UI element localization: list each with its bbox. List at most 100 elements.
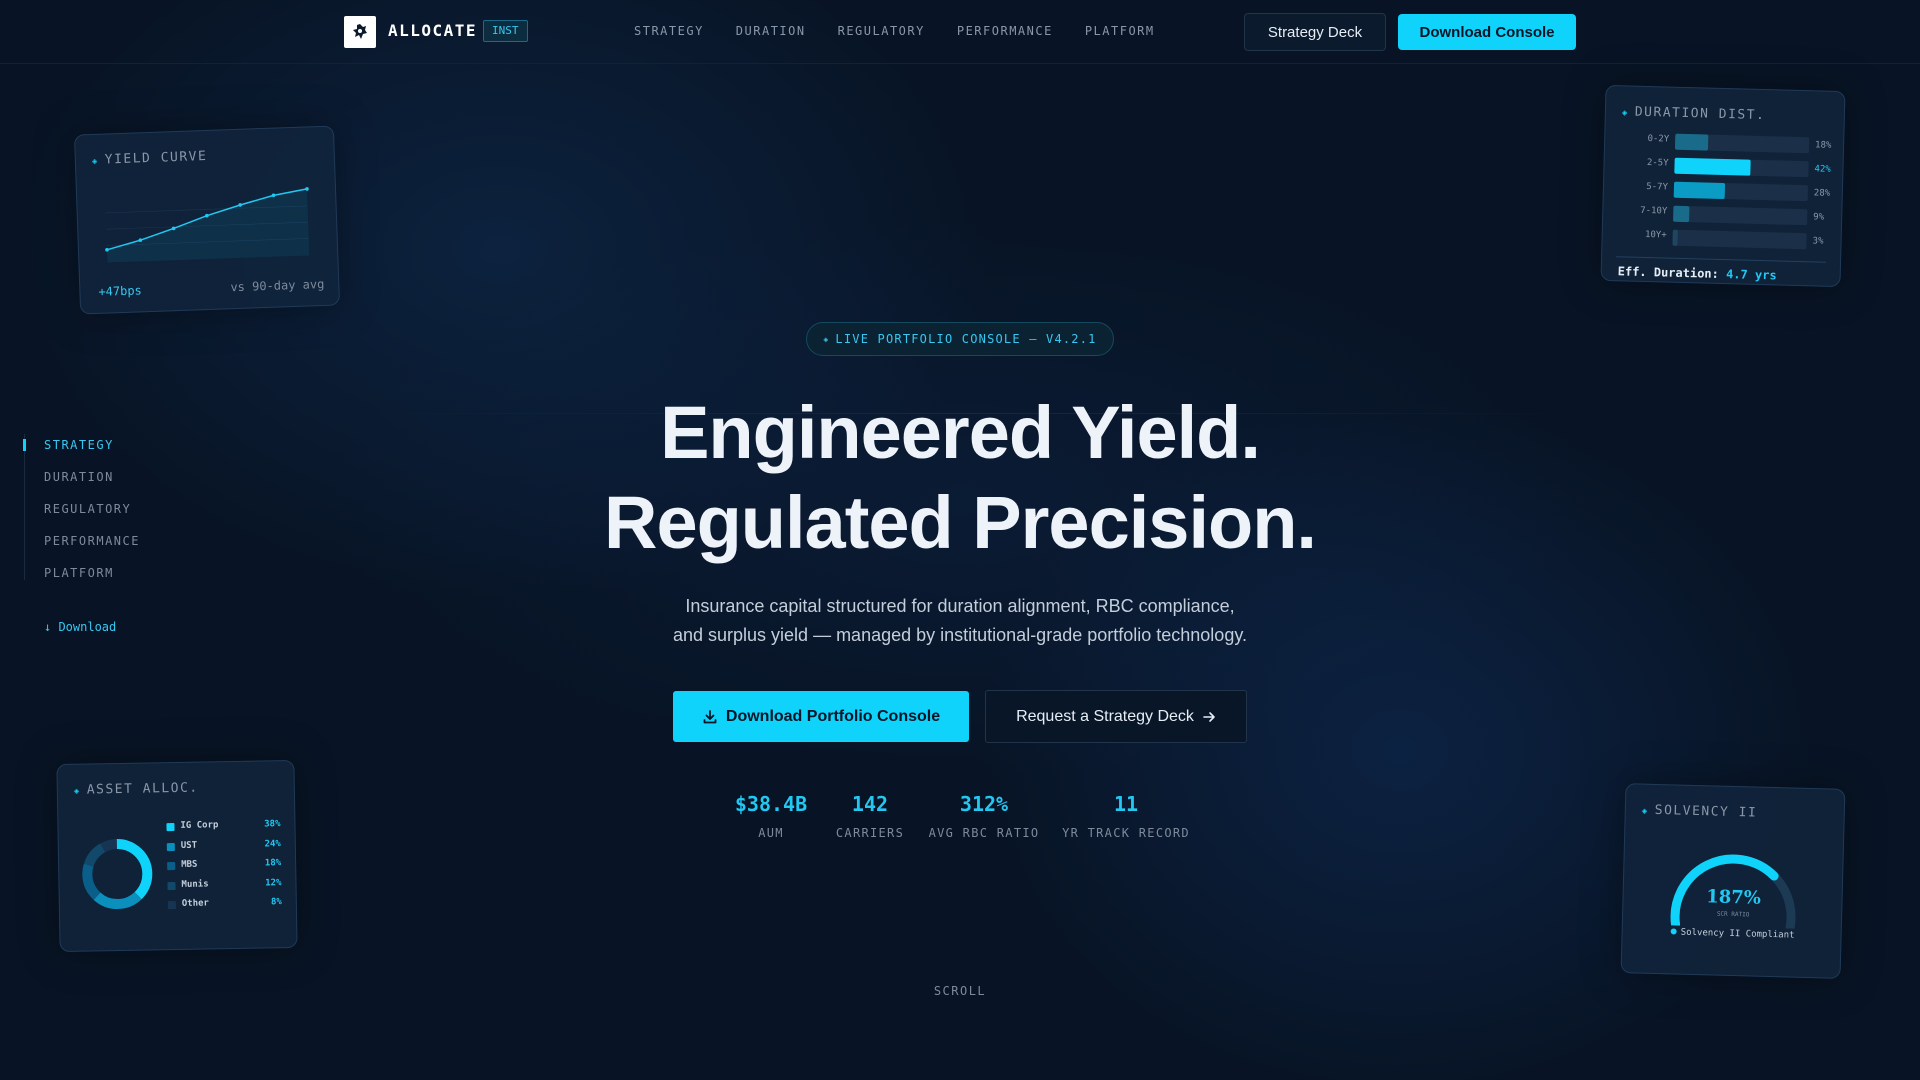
card-dot-icon: ◈ [1641, 806, 1649, 817]
yield-area [106, 188, 310, 263]
stat-value: 11 [1113, 792, 1139, 816]
duration-row-pct: 18% [1814, 140, 1832, 151]
hero-title-line-1: Engineered Yield. [660, 391, 1261, 474]
duration-row-pct: 9% [1813, 212, 1825, 223]
duration-bar-track [1673, 181, 1809, 202]
stat-label: CARRIERS [835, 826, 905, 840]
status-dot-icon [1670, 928, 1677, 935]
legend-pct: 38% [264, 819, 281, 830]
duration-row: 10Y+ 3% [1618, 228, 1830, 250]
stat-value: 312% [959, 792, 1009, 816]
duration-row-label: 2-5Y [1646, 158, 1669, 169]
legend-item: IG Corp 38% [166, 819, 281, 840]
stat-track-record: 11 YR TRACK RECORD [1062, 792, 1190, 840]
live-console-badge-label: LIVE PORTFOLIO CONSOLE — V4.2.1 [835, 332, 1097, 346]
brand-name[interactable]: ALLOCATE [388, 21, 477, 40]
duration-row-pct: 28% [1813, 188, 1831, 199]
duration-bar-track [1674, 157, 1809, 178]
duration-distribution-card: ◈ DURATION DIST. 0-2Y 18% 2-5Y 42% 5-7Y 28% 7-1… [1600, 84, 1846, 288]
brand-badge: INST [483, 20, 528, 42]
download-console-button[interactable]: Download Console [1398, 14, 1576, 50]
stat-aum: $38.4B AUM [735, 792, 807, 840]
scroll-indicator[interactable]: SCROLL [0, 984, 1920, 998]
nav-link-strategy[interactable]: STRATEGY [634, 24, 704, 38]
stat-value: $38.4B [734, 792, 808, 816]
stat-label: AUM [758, 826, 784, 840]
solvency-compliance: Solvency II Compliant [1623, 926, 1843, 942]
asset-allocation-legend: IG Corp 38% UST 24% MBS 18% Munis 12% Other 8% [166, 819, 282, 918]
duration-title-text: DURATION DIST. [1634, 104, 1766, 124]
solvency-title-text: SOLVENCY II [1654, 802, 1758, 821]
duration-bar [1674, 157, 1751, 176]
yield-curve-title: ◈ YIELD CURVE [92, 149, 208, 168]
live-console-badge: ◈ LIVE PORTFOLIO CONSOLE — V4.2.1 [806, 322, 1114, 356]
yield-curve-card: ◈ YIELD CURVE +47bps vs 90-day avg [73, 125, 341, 315]
side-nav-item-platform[interactable]: PLATFORM [44, 562, 140, 594]
yield-comparison: vs 90-day avg [230, 276, 325, 295]
nav-link-duration[interactable]: DURATION [736, 24, 806, 38]
duration-row-pct: 42% [1814, 164, 1831, 175]
stat-value: 142 [851, 792, 889, 816]
duration-bar-track [1672, 229, 1807, 250]
asset-alloc-title-text: ASSET ALLOC. [86, 780, 199, 798]
logo-icon[interactable] [344, 16, 376, 48]
duration-row-label: 5-7Y [1646, 181, 1669, 193]
effective-duration-value: 4.7 yrs [1725, 267, 1777, 283]
arrow-right-icon [1203, 711, 1215, 722]
card-dot-icon: ◈ [91, 156, 99, 167]
hero-subtitle-line-1: Insurance capital structured for duratio… [685, 596, 1235, 616]
legend-swatch [166, 823, 175, 832]
hero-subtitle-line-2: and surplus yield — managed by instituti… [672, 625, 1247, 645]
duration-bar-track [1673, 205, 1808, 226]
download-portfolio-console-label: Download Portfolio Console [725, 707, 941, 725]
duration-row: 0-2Y 18% [1621, 132, 1833, 154]
asset-allocation-donut [82, 839, 153, 910]
duration-bars: 0-2Y 18% 2-5Y 42% 5-7Y 28% 7-10Y 9% 10Y+ 3% [1607, 86, 1845, 250]
duration-title: ◈ DURATION DIST. [1622, 104, 1766, 123]
stat-label: AVG RBC RATIO [928, 826, 1040, 840]
duration-row: 7-10Y 9% [1619, 204, 1831, 226]
legend-swatch [167, 862, 176, 871]
card-dot-icon: ◈ [73, 786, 81, 797]
card-dot-icon: ◈ [1621, 108, 1629, 119]
duration-bar [1674, 133, 1708, 151]
strategy-deck-button[interactable]: Strategy Deck [1244, 13, 1386, 51]
stat-label: YR TRACK RECORD [1062, 826, 1190, 840]
legend-name: MBS [181, 859, 198, 870]
nav-link-regulatory[interactable]: REGULATORY [838, 24, 925, 38]
duration-bar [1672, 229, 1679, 246]
solvency-card: ◈ SOLVENCY II 187% SCR RATIO Solvency II … [1620, 783, 1846, 979]
solvency-compliance-text: Solvency II Compliant [1680, 927, 1795, 941]
duration-bar [1673, 205, 1690, 223]
nav-link-platform[interactable]: PLATFORM [1085, 24, 1155, 38]
divider [1616, 256, 1827, 263]
duration-row-pct: 3% [1812, 236, 1824, 247]
duration-row-label: 0-2Y [1647, 134, 1670, 145]
request-strategy-deck-button[interactable]: Request a Strategy Deck [985, 690, 1247, 743]
top-nav: ALLOCATE INST STRATEGY DURATION REGULATO… [0, 0, 1920, 64]
legend-name: UST [180, 840, 198, 851]
legend-item: UST 24% [166, 838, 281, 860]
duration-bar [1673, 181, 1725, 200]
legend-pct: 24% [264, 838, 281, 849]
yield-curve-chart [105, 187, 310, 263]
request-strategy-deck-label: Request a Strategy Deck [1016, 707, 1194, 725]
legend-item: MBS 18% [167, 858, 281, 879]
legend-swatch [167, 901, 176, 910]
nav-link-performance[interactable]: PERFORMANCE [957, 24, 1053, 38]
legend-pct: 8% [270, 897, 282, 908]
effective-duration-label: Eff. Duration: [1617, 264, 1720, 281]
asset-alloc-title: ◈ ASSET ALLOC. [74, 781, 199, 798]
legend-name: Other [181, 898, 210, 909]
duration-row-label: 7-10Y [1640, 205, 1668, 217]
pulse-dot-icon: ◈ [823, 334, 830, 344]
legend-item: Other 8% [167, 897, 282, 918]
download-icon [703, 709, 717, 723]
duration-bar-track [1674, 133, 1810, 154]
legend-pct: 12% [265, 877, 282, 888]
duration-row: 2-5Y 42% [1620, 156, 1832, 178]
download-portfolio-console-button[interactable]: Download Portfolio Console [673, 691, 969, 742]
legend-swatch [166, 842, 175, 851]
yield-delta: +47bps [98, 283, 143, 299]
legend-item: Munis 12% [167, 877, 282, 899]
